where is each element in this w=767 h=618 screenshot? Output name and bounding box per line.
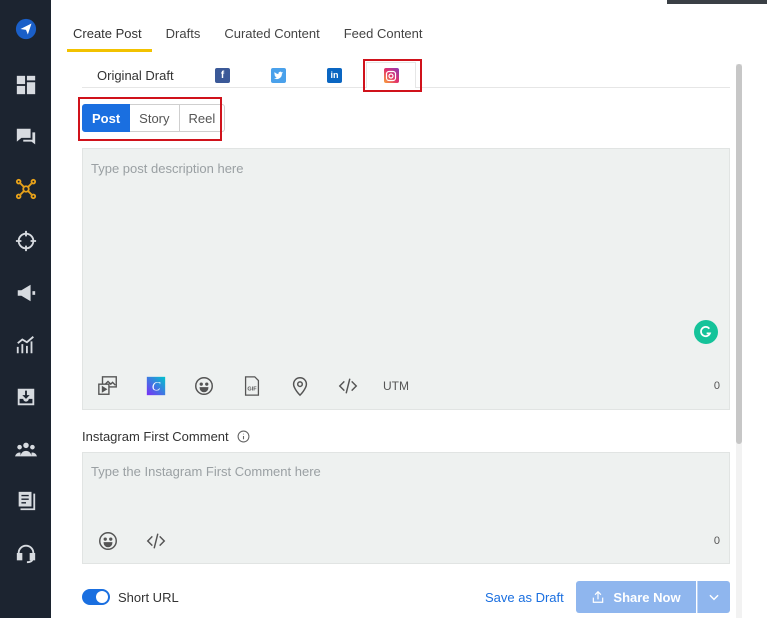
tab-linkedin[interactable]: in bbox=[327, 62, 347, 88]
first-comment-label: Instagram First Comment bbox=[82, 429, 250, 444]
canva-icon[interactable]: C bbox=[143, 373, 169, 399]
scrollbar-thumb[interactable] bbox=[736, 64, 742, 444]
target-icon[interactable] bbox=[14, 229, 38, 253]
code-icon[interactable] bbox=[143, 528, 169, 554]
first-comment-input[interactable]: Type the Instagram First Comment here 0 bbox=[82, 452, 730, 564]
tab-original-draft[interactable]: Original Draft bbox=[97, 62, 187, 88]
tab-feed-content[interactable]: Feed Content bbox=[334, 22, 433, 52]
network-icon[interactable] bbox=[14, 177, 38, 201]
tab-create-post[interactable]: Create Post bbox=[63, 22, 152, 52]
location-icon[interactable] bbox=[287, 373, 313, 399]
chat-icon[interactable] bbox=[14, 125, 38, 149]
twitter-icon bbox=[271, 67, 286, 83]
media-icon[interactable] bbox=[95, 373, 121, 399]
original-draft-label: Original Draft bbox=[97, 67, 174, 83]
share-now-label: Share Now bbox=[613, 589, 681, 605]
first-comment-label-text: Instagram First Comment bbox=[82, 429, 229, 444]
short-url-toggle[interactable] bbox=[82, 589, 110, 605]
grammarly-icon[interactable] bbox=[694, 320, 718, 344]
dashboard-icon[interactable] bbox=[14, 73, 38, 97]
svg-text:C: C bbox=[152, 380, 161, 394]
toggle-knob bbox=[96, 591, 108, 603]
description-char-count: 0 bbox=[713, 380, 720, 392]
tab-twitter[interactable] bbox=[271, 62, 291, 88]
tab-drafts[interactable]: Drafts bbox=[156, 22, 211, 52]
chevron-down-icon bbox=[709, 594, 719, 601]
instagram-tab-highlight bbox=[363, 59, 422, 92]
short-url-label: Short URL bbox=[118, 590, 179, 605]
tab-facebook[interactable]: f bbox=[215, 62, 235, 88]
save-as-draft-button[interactable]: Save as Draft bbox=[485, 590, 564, 605]
emoji-icon[interactable] bbox=[191, 373, 217, 399]
description-toolbar: C GIF UTM bbox=[95, 373, 409, 399]
document-icon[interactable] bbox=[14, 489, 38, 513]
share-now-button[interactable]: Share Now bbox=[576, 581, 696, 613]
inbox-download-icon[interactable] bbox=[14, 385, 38, 409]
linkedin-icon: in bbox=[327, 67, 342, 83]
headset-icon[interactable] bbox=[14, 541, 38, 565]
utm-button[interactable]: UTM bbox=[383, 379, 409, 393]
first-comment-char-count: 0 bbox=[713, 535, 720, 547]
emoji-icon[interactable] bbox=[95, 528, 121, 554]
first-comment-toolbar bbox=[95, 528, 191, 554]
megaphone-icon[interactable] bbox=[14, 281, 38, 305]
paper-plane-logo-icon[interactable] bbox=[14, 17, 38, 41]
code-icon[interactable] bbox=[335, 373, 361, 399]
first-comment-placeholder: Type the Instagram First Comment here bbox=[91, 464, 321, 479]
composer-tabs: Create Post Drafts Curated Content Feed … bbox=[63, 22, 437, 52]
post-description-input[interactable]: Type post description here C GIF UTM 0 bbox=[82, 148, 730, 410]
post-type-highlight bbox=[78, 97, 222, 141]
tab-curated-content[interactable]: Curated Content bbox=[214, 22, 329, 52]
facebook-icon: f bbox=[215, 67, 230, 83]
share-options-dropdown[interactable] bbox=[697, 581, 730, 613]
analytics-icon[interactable] bbox=[14, 333, 38, 357]
info-icon[interactable] bbox=[237, 430, 250, 443]
team-icon[interactable] bbox=[14, 437, 38, 461]
sidebar bbox=[0, 0, 51, 618]
share-icon bbox=[593, 590, 604, 603]
svg-text:GIF: GIF bbox=[247, 387, 257, 393]
gif-icon[interactable]: GIF bbox=[239, 373, 265, 399]
post-description-placeholder: Type post description here bbox=[91, 161, 244, 176]
